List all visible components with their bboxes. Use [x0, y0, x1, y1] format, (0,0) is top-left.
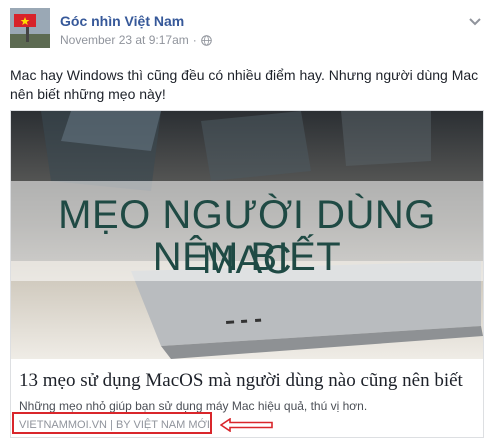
post-card: Góc nhìn Việt Nam November 23 at 9:17am …: [0, 0, 494, 443]
meta-separator: ·: [192, 33, 197, 47]
image-headline-line2: NÊN BIẾT: [152, 235, 342, 279]
post-timestamp[interactable]: November 23 at 9:17am: [60, 33, 189, 47]
post-message: Mac hay Windows thì cũng đều có nhiều đi…: [10, 67, 479, 102]
arrow-left-icon: [219, 417, 274, 433]
highlight-box: [12, 412, 212, 434]
page-avatar[interactable]: [10, 8, 50, 48]
chevron-down-icon[interactable]: [468, 14, 482, 26]
post-meta: November 23 at 9:17am ·: [60, 33, 212, 47]
page-name-link[interactable]: Góc nhìn Việt Nam: [60, 13, 184, 29]
link-description: Những mẹo nhỏ giúp bạn sử dụng máy Mac h…: [19, 399, 368, 413]
globe-icon: [200, 34, 212, 46]
link-preview[interactable]: MẸO NGƯỜI DÙNG MAC NÊN BIẾT 13 mẹo sử dụ…: [10, 110, 484, 438]
link-title[interactable]: 13 mẹo sử dụng MacOS mà người dùng nào c…: [19, 370, 479, 392]
link-preview-image[interactable]: MẸO NGƯỜI DÙNG MAC NÊN BIẾT: [11, 111, 483, 359]
